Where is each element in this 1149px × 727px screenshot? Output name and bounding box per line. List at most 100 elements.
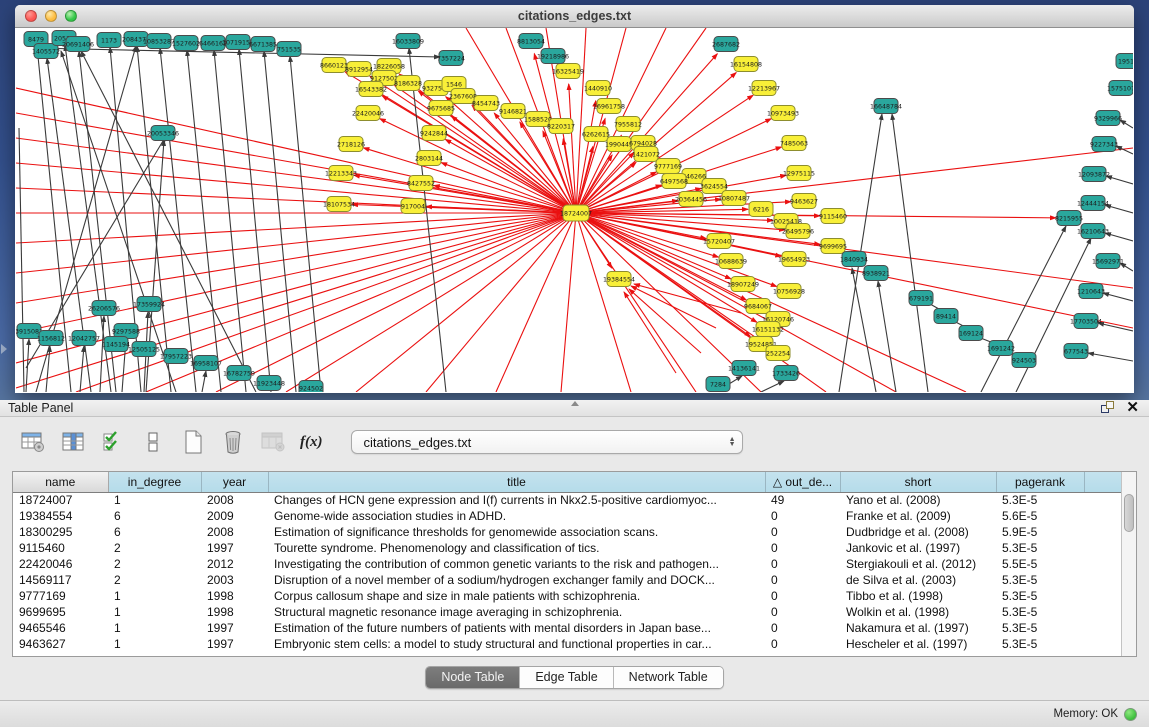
column-header-name[interactable]: name bbox=[13, 472, 108, 492]
table-cell[interactable]: 0 bbox=[765, 508, 840, 524]
table-cell[interactable]: Jankovic et al. (1997) bbox=[840, 540, 996, 556]
table-cell[interactable]: 2 bbox=[108, 572, 201, 588]
table-cell[interactable]: Genome-wide association studies in ADHD. bbox=[268, 508, 765, 524]
graph-edge[interactable] bbox=[239, 49, 271, 392]
graph-edge[interactable] bbox=[1105, 233, 1133, 241]
column-header-out_de-[interactable]: △ out_de... bbox=[765, 472, 840, 492]
delete-trash-icon[interactable] bbox=[220, 430, 246, 454]
table-cell[interactable] bbox=[1084, 636, 1121, 652]
table-selector-combobox[interactable]: citations_edges.txt ▲▼ bbox=[351, 430, 743, 454]
graph-edge[interactable] bbox=[634, 284, 741, 313]
table-cell[interactable] bbox=[1084, 620, 1121, 636]
table-cell[interactable]: Wolkin et al. (1998) bbox=[840, 604, 996, 620]
graph-edge[interactable] bbox=[496, 213, 576, 392]
table-cell[interactable]: Dudbridge et al. (2008) bbox=[840, 524, 996, 540]
graph-edge[interactable] bbox=[761, 381, 784, 392]
graph-edge[interactable] bbox=[878, 281, 896, 392]
minimize-window-button[interactable] bbox=[45, 10, 57, 22]
column-header-in_degree[interactable]: in_degree bbox=[108, 472, 201, 492]
table-cell[interactable]: 1997 bbox=[201, 540, 268, 556]
table-cell[interactable]: 2008 bbox=[201, 524, 268, 540]
graph-edge[interactable] bbox=[16, 113, 576, 213]
table-cell[interactable]: 18300295 bbox=[13, 524, 108, 540]
table-cell[interactable] bbox=[1084, 572, 1121, 588]
close-window-button[interactable] bbox=[25, 10, 37, 22]
table-row[interactable]: 1456911722003Disruption of a novel membe… bbox=[13, 572, 1121, 588]
column-header-short[interactable]: short bbox=[840, 472, 996, 492]
table-cell[interactable]: 5.6E-5 bbox=[996, 508, 1084, 524]
graph-edge[interactable] bbox=[1106, 176, 1133, 184]
function-builder-button[interactable]: f(x) bbox=[300, 434, 323, 451]
table-cell[interactable]: 2 bbox=[108, 540, 201, 556]
table-cell[interactable] bbox=[1084, 540, 1121, 556]
table-cell[interactable]: Hescheler et al. (1997) bbox=[840, 636, 996, 652]
table-cell[interactable]: 5.3E-5 bbox=[996, 636, 1084, 652]
merge-cells-icon[interactable] bbox=[140, 430, 166, 454]
tab-node-table[interactable]: Node Table bbox=[426, 667, 520, 688]
graph-edge[interactable] bbox=[16, 138, 576, 213]
table-row[interactable]: 1938455462009Genome-wide association stu… bbox=[13, 508, 1121, 524]
graph-edge[interactable] bbox=[16, 213, 576, 303]
graph-edge[interactable] bbox=[19, 128, 24, 392]
table-cell[interactable]: 0 bbox=[765, 572, 840, 588]
table-row[interactable]: 2242004622012Investigating the contribut… bbox=[13, 556, 1121, 572]
graph-edge[interactable] bbox=[46, 346, 50, 392]
table-cell[interactable]: 9465546 bbox=[13, 620, 108, 636]
table-row[interactable]: 1830029562008Estimation of significance … bbox=[13, 524, 1121, 540]
table-cell[interactable]: Embryonic stem cells: a model to study s… bbox=[268, 636, 765, 652]
node-table-grid[interactable]: namein_degreeyeartitle△ out_de...shortpa… bbox=[13, 472, 1121, 652]
table-cell[interactable]: Corpus callosum shape and size in male p… bbox=[268, 588, 765, 604]
table-cell[interactable]: 1 bbox=[108, 604, 201, 620]
table-cell[interactable]: 49 bbox=[765, 492, 840, 508]
table-cell[interactable]: Changes of HCN gene expression and I(f) … bbox=[268, 492, 765, 508]
table-cell[interactable]: 1 bbox=[108, 620, 201, 636]
table-row[interactable]: 946362711997Embryonic stem cells: a mode… bbox=[13, 636, 1121, 652]
graph-edge[interactable] bbox=[216, 213, 576, 392]
tab-edge-table[interactable]: Edge Table bbox=[520, 667, 613, 688]
splitter-grip-icon[interactable] bbox=[571, 401, 579, 406]
table-row[interactable]: 946554611997Estimation of the future num… bbox=[13, 620, 1121, 636]
graph-edge[interactable] bbox=[1088, 353, 1133, 361]
graph-edge[interactable] bbox=[80, 346, 84, 392]
table-panel-titlebar[interactable]: Table Panel ✕ bbox=[0, 400, 1149, 417]
table-cell[interactable]: 1 bbox=[108, 588, 201, 604]
table-cell[interactable]: Yano et al. (2008) bbox=[840, 492, 996, 508]
table-cell[interactable]: 1 bbox=[108, 636, 201, 652]
graph-edge[interactable] bbox=[1103, 293, 1133, 301]
table-cell[interactable]: 2008 bbox=[201, 492, 268, 508]
close-panel-icon[interactable]: ✕ bbox=[1126, 401, 1139, 414]
table-cell[interactable]: 0 bbox=[765, 636, 840, 652]
column-header-pagerank[interactable]: pagerank bbox=[996, 472, 1084, 492]
network-view-window[interactable]: citations_edges.txt 86601238912954182260… bbox=[15, 5, 1134, 393]
select-rows-icon[interactable] bbox=[100, 430, 126, 454]
graph-edge[interactable] bbox=[892, 114, 928, 392]
table-cell[interactable]: Tibbo et al. (1998) bbox=[840, 588, 996, 604]
table-cell[interactable]: 14569117 bbox=[13, 572, 108, 588]
table-cell[interactable]: Disruption of a novel member of a sodium… bbox=[268, 572, 765, 588]
table-cell[interactable]: 0 bbox=[765, 524, 840, 540]
column-header-year[interactable]: year bbox=[201, 472, 268, 492]
table-cell[interactable]: 5.5E-5 bbox=[996, 556, 1084, 572]
float-panel-icon[interactable] bbox=[1101, 401, 1114, 414]
table-cell[interactable]: Estimation of significance thresholds fo… bbox=[268, 524, 765, 540]
scrollbar-thumb[interactable] bbox=[1124, 494, 1134, 532]
table-cell[interactable]: 1997 bbox=[201, 636, 268, 652]
table-cell[interactable] bbox=[1084, 556, 1121, 572]
graph-edge[interactable] bbox=[16, 213, 576, 243]
table-row[interactable]: 969969511998Structural magnetic resonanc… bbox=[13, 604, 1121, 620]
table-cell[interactable]: 19384554 bbox=[13, 508, 108, 524]
graph-edge[interactable] bbox=[561, 213, 576, 392]
table-cell[interactable]: Stergiakouli et al. (2012) bbox=[840, 556, 996, 572]
table-row[interactable]: 1872400712008Changes of HCN gene express… bbox=[13, 492, 1121, 508]
table-cell[interactable]: 2009 bbox=[201, 508, 268, 524]
graph-edge[interactable] bbox=[290, 56, 321, 392]
table-cell[interactable]: Estimation of the future numbers of pati… bbox=[268, 620, 765, 636]
table-cell[interactable]: Investigating the contribution of common… bbox=[268, 556, 765, 572]
graph-edge[interactable] bbox=[356, 213, 576, 392]
graph-edge[interactable] bbox=[1105, 205, 1133, 213]
table-row[interactable]: 911546021997Tourette syndrome. Phenomeno… bbox=[13, 540, 1121, 556]
table-cell[interactable] bbox=[1084, 492, 1121, 508]
table-cell[interactable]: 6 bbox=[108, 508, 201, 524]
new-document-icon[interactable] bbox=[180, 430, 206, 454]
table-cell[interactable]: 0 bbox=[765, 604, 840, 620]
